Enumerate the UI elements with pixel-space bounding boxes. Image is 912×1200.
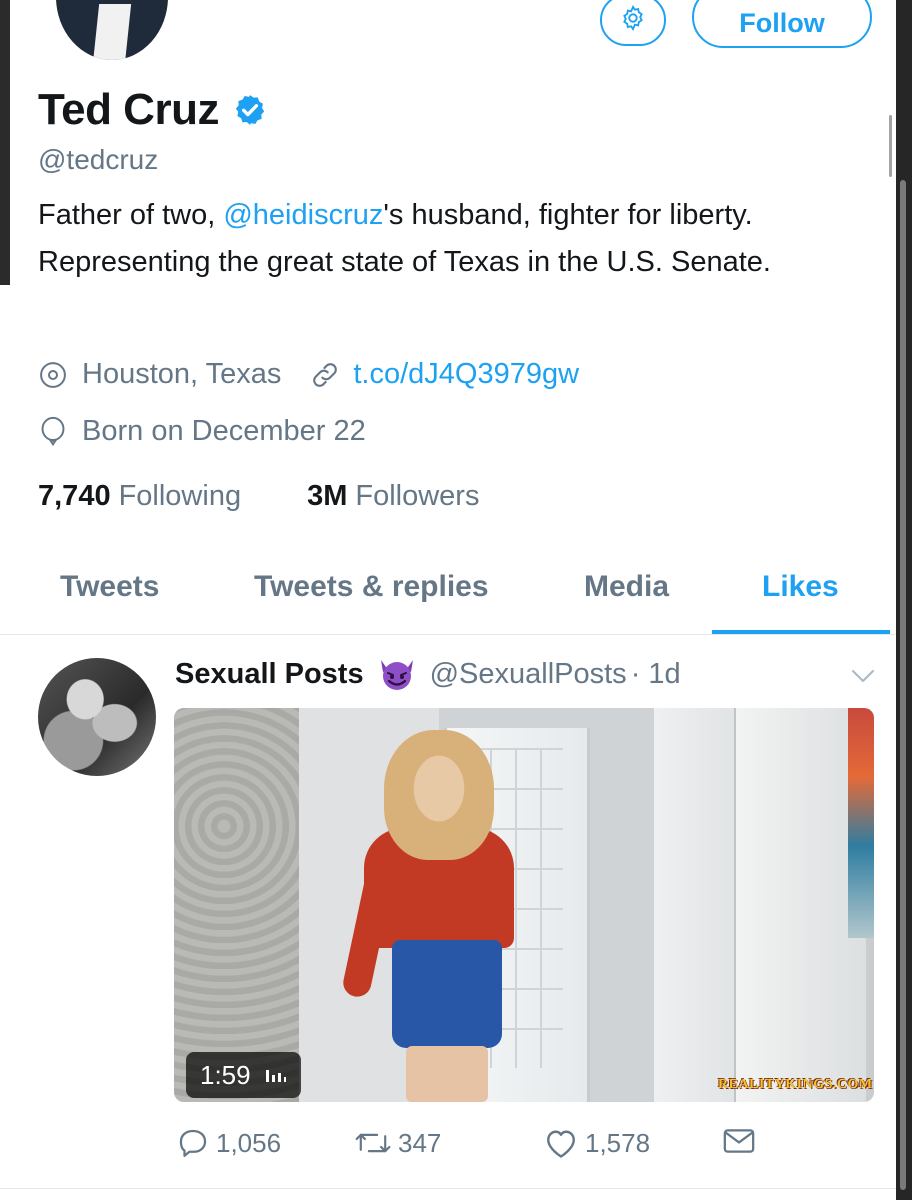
chevron-down-icon[interactable] — [850, 666, 876, 686]
profile-bio: Father of two, @heidiscruz's husband, fi… — [38, 199, 771, 278]
scrollbar[interactable] — [889, 115, 892, 177]
tab-media[interactable]: Media — [584, 570, 669, 604]
video-duration: 1:59 — [200, 1059, 251, 1090]
like-action[interactable]: 1,578 — [543, 1126, 650, 1160]
tab-tweets-replies[interactable]: Tweets & replies — [254, 570, 489, 604]
smiling-devil-icon — [376, 656, 418, 692]
reply-icon — [176, 1126, 210, 1160]
tweet-time[interactable]: · 1d — [631, 658, 681, 691]
balloon-icon — [38, 416, 68, 448]
outer-scrollbar-track — [896, 0, 912, 1200]
settings-button[interactable] — [600, 0, 666, 46]
tweet-author-avatar[interactable] — [38, 658, 156, 776]
tab-likes[interactable]: Likes — [762, 570, 839, 604]
video-duration-badge: 1:59 — [186, 1052, 301, 1098]
tab-tweets[interactable]: Tweets — [60, 570, 159, 604]
followers-stat[interactable]: 3M Followers — [307, 480, 479, 513]
direct-message-action[interactable] — [722, 1126, 762, 1156]
divider — [0, 1188, 896, 1189]
retweet-icon — [354, 1126, 392, 1160]
video-frame-wall — [174, 708, 299, 1102]
profile-handle: @tedcruz — [38, 144, 159, 175]
profile-tabs: Tweets Tweets & replies Media Likes — [0, 560, 896, 632]
profile-stats: 7,740 Following 3M Followers — [38, 480, 479, 513]
birthday-text: Born on December 22 — [82, 415, 366, 447]
birthday-row: Born on December 22 — [38, 415, 366, 448]
bio-mention-link[interactable]: @heidiscruz — [223, 199, 383, 231]
tweet-video-media[interactable] — [174, 708, 874, 1102]
website-link[interactable]: t.co/dJ4Q3979gw — [353, 358, 579, 391]
retweet-count: 347 — [398, 1127, 442, 1158]
tweet-author-handle[interactable]: @SexuallPosts — [430, 658, 627, 691]
mail-icon — [722, 1126, 756, 1156]
video-watermark: REALITYKINGS.COM — [718, 1077, 873, 1092]
outer-scrollbar-thumb[interactable] — [900, 180, 906, 1190]
location-text: Houston, Texas — [82, 358, 282, 390]
volume-bars-icon — [265, 1067, 287, 1083]
heart-icon — [543, 1126, 579, 1160]
verified-badge-icon — [233, 93, 267, 127]
reply-action[interactable]: 1,056 — [176, 1126, 281, 1160]
retweet-action[interactable]: 347 — [354, 1126, 441, 1160]
profile-name: Ted Cruz — [38, 85, 219, 134]
location-row: Houston, Texas t.co/dJ4Q3979gw — [38, 358, 579, 391]
background-edge — [0, 0, 10, 285]
location-pin-icon — [38, 360, 68, 390]
link-icon — [309, 359, 341, 391]
tweet-header: Sexuall Posts @SexuallPosts · 1d — [175, 656, 681, 692]
divider — [0, 634, 896, 635]
following-stat[interactable]: 7,740 Following — [38, 480, 241, 513]
tweet-author-name[interactable]: Sexuall Posts — [175, 658, 364, 691]
like-count: 1,578 — [585, 1127, 651, 1158]
twitter-profile-screen: Follow Ted Cruz @tedcruz Father of two, … — [0, 0, 896, 1200]
reply-count: 1,056 — [216, 1127, 282, 1158]
profile-name-row: Ted Cruz — [38, 85, 267, 135]
profile-avatar[interactable] — [52, 0, 172, 64]
follow-button[interactable]: Follow — [692, 0, 872, 48]
gear-icon — [619, 4, 647, 37]
